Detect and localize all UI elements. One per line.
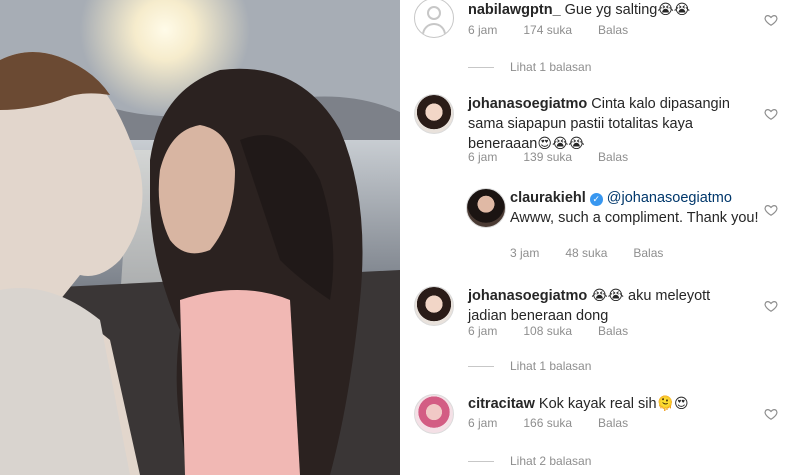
comment-text: nabilawgptn_ Gue yg salting😭😭 (468, 0, 768, 20)
comment-likes[interactable]: 139 suka (523, 150, 572, 164)
comment-likes[interactable]: 48 suka (565, 246, 607, 260)
heart-outline-icon[interactable] (764, 203, 778, 217)
avatar[interactable] (414, 394, 454, 434)
comment-text: citracitaw Kok kayak real sih🫠😍 (468, 394, 768, 414)
comment-likes[interactable]: 108 suka (523, 324, 572, 338)
couple-photo-illustration (0, 0, 400, 475)
comment-username[interactable]: claurakiehl (510, 190, 586, 206)
avatar[interactable] (466, 188, 506, 228)
comment-text: claurakiehl ✓ @johanasoegiatmo Awww, such a… (510, 188, 760, 228)
verified-badge-icon: ✓ (589, 193, 603, 206)
comment-body: Awww, such a compliment. Thank you! (510, 210, 759, 226)
comment-time: 3 jam (510, 246, 540, 260)
comment-time: 6 jam (468, 150, 498, 164)
heart-outline-icon[interactable] (764, 299, 778, 313)
comments-panel: nabilawgptn_ Gue yg salting😭😭 6 jam 174 su… (400, 0, 800, 475)
comment-emoji: 😭😭 (591, 288, 624, 304)
view-replies-button[interactable]: Lihat 1 balasan (468, 60, 591, 74)
comment-meta: 3 jam 48 suka Balas (510, 246, 689, 260)
comment-time: 6 jam (468, 324, 498, 338)
reply-button[interactable]: Balas (598, 416, 628, 430)
comment-meta: 6 jam 174 suka Balas (468, 23, 654, 37)
comment-username[interactable]: johanasoegiatmo (468, 96, 587, 112)
view-replies-label: Lihat 1 balasan (510, 359, 592, 373)
comment-likes[interactable]: 174 suka (523, 23, 572, 37)
avatar[interactable] (414, 94, 454, 134)
comment-emoji: 🫠😍 (656, 396, 689, 412)
post-photo (0, 0, 400, 475)
comment-likes[interactable]: 166 suka (523, 416, 572, 430)
comment-time: 6 jam (468, 416, 498, 430)
comment-meta: 6 jam 139 suka Balas (468, 150, 654, 164)
comment-body: Kok kayak real sih (538, 396, 657, 412)
comment-text: johanasoegiatmo 😭😭 aku meleyott jadian be… (468, 286, 733, 326)
view-replies-label: Lihat 2 balasan (510, 454, 592, 468)
comment-username[interactable]: nabilawgptn_ (468, 2, 561, 18)
view-replies-label: Lihat 1 balasan (510, 60, 592, 74)
reply-button[interactable]: Balas (598, 324, 628, 338)
comment-meta: 6 jam 166 suka Balas (468, 416, 654, 430)
avatar[interactable] (414, 0, 454, 38)
comment-username[interactable]: citracitaw (468, 396, 535, 412)
heart-outline-icon[interactable] (764, 107, 778, 121)
comment-meta: 6 jam 108 suka Balas (468, 324, 654, 338)
view-replies-button[interactable]: Lihat 1 balasan (468, 359, 591, 373)
heart-outline-icon[interactable] (764, 13, 778, 27)
comment-emoji: 😭😭 (657, 2, 691, 18)
comment-username[interactable]: johanasoegiatmo (468, 288, 587, 304)
reply-button[interactable]: Balas (633, 246, 663, 260)
comment-mention[interactable]: @johanasoegiatmo (607, 190, 732, 206)
reply-button[interactable]: Balas (598, 150, 628, 164)
avatar[interactable] (414, 286, 454, 326)
comment-body: Gue yg salting (564, 2, 658, 18)
heart-outline-icon[interactable] (764, 407, 778, 421)
reply-button[interactable]: Balas (598, 23, 628, 37)
view-replies-button[interactable]: Lihat 2 balasan (468, 454, 591, 468)
comment-time: 6 jam (468, 23, 498, 37)
comment-text: johanasoegiatmo Cinta kalo dipasangin sam… (468, 94, 733, 154)
